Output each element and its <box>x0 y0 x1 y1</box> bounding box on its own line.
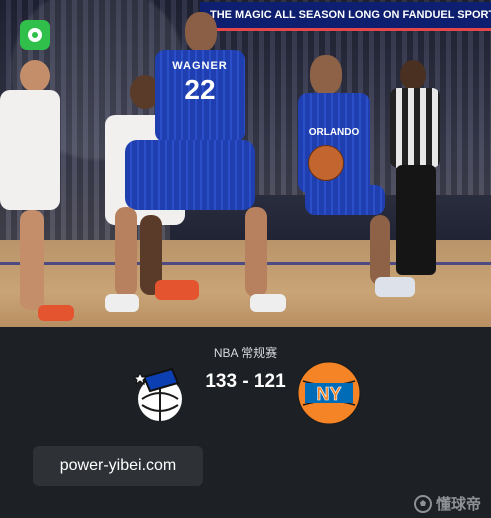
jersey-name: WAGNER <box>172 60 228 72</box>
match-info-panel: NBA 常规赛 133 - 121 NY power-yibei.com 懂球帝 <box>0 327 491 518</box>
player-wagner: WAGNER 22 <box>105 12 286 322</box>
watermark: 懂球帝 <box>413 493 481 514</box>
referee <box>388 60 448 285</box>
watermark-text: 懂球帝 <box>435 496 481 513</box>
url-badge: power-yibei.com <box>33 446 203 486</box>
jersey-team-text: ORLANDO <box>308 127 360 138</box>
app-logo-icon <box>20 20 50 50</box>
new-york-knicks-logo-icon: NY <box>297 361 361 425</box>
knicks-logo-text: NY <box>316 384 341 404</box>
basketball <box>308 145 344 181</box>
player-knicks-left <box>0 60 90 325</box>
game-photo: THE MAGIC ALL SEASON LONG ON FANDUEL SPO… <box>0 0 491 327</box>
league-label: NBA 常规赛 <box>213 346 278 360</box>
jersey-number: 22 <box>184 74 216 105</box>
soccer-ball-icon <box>413 494 432 513</box>
final-score: 133 - 121 <box>205 371 286 392</box>
